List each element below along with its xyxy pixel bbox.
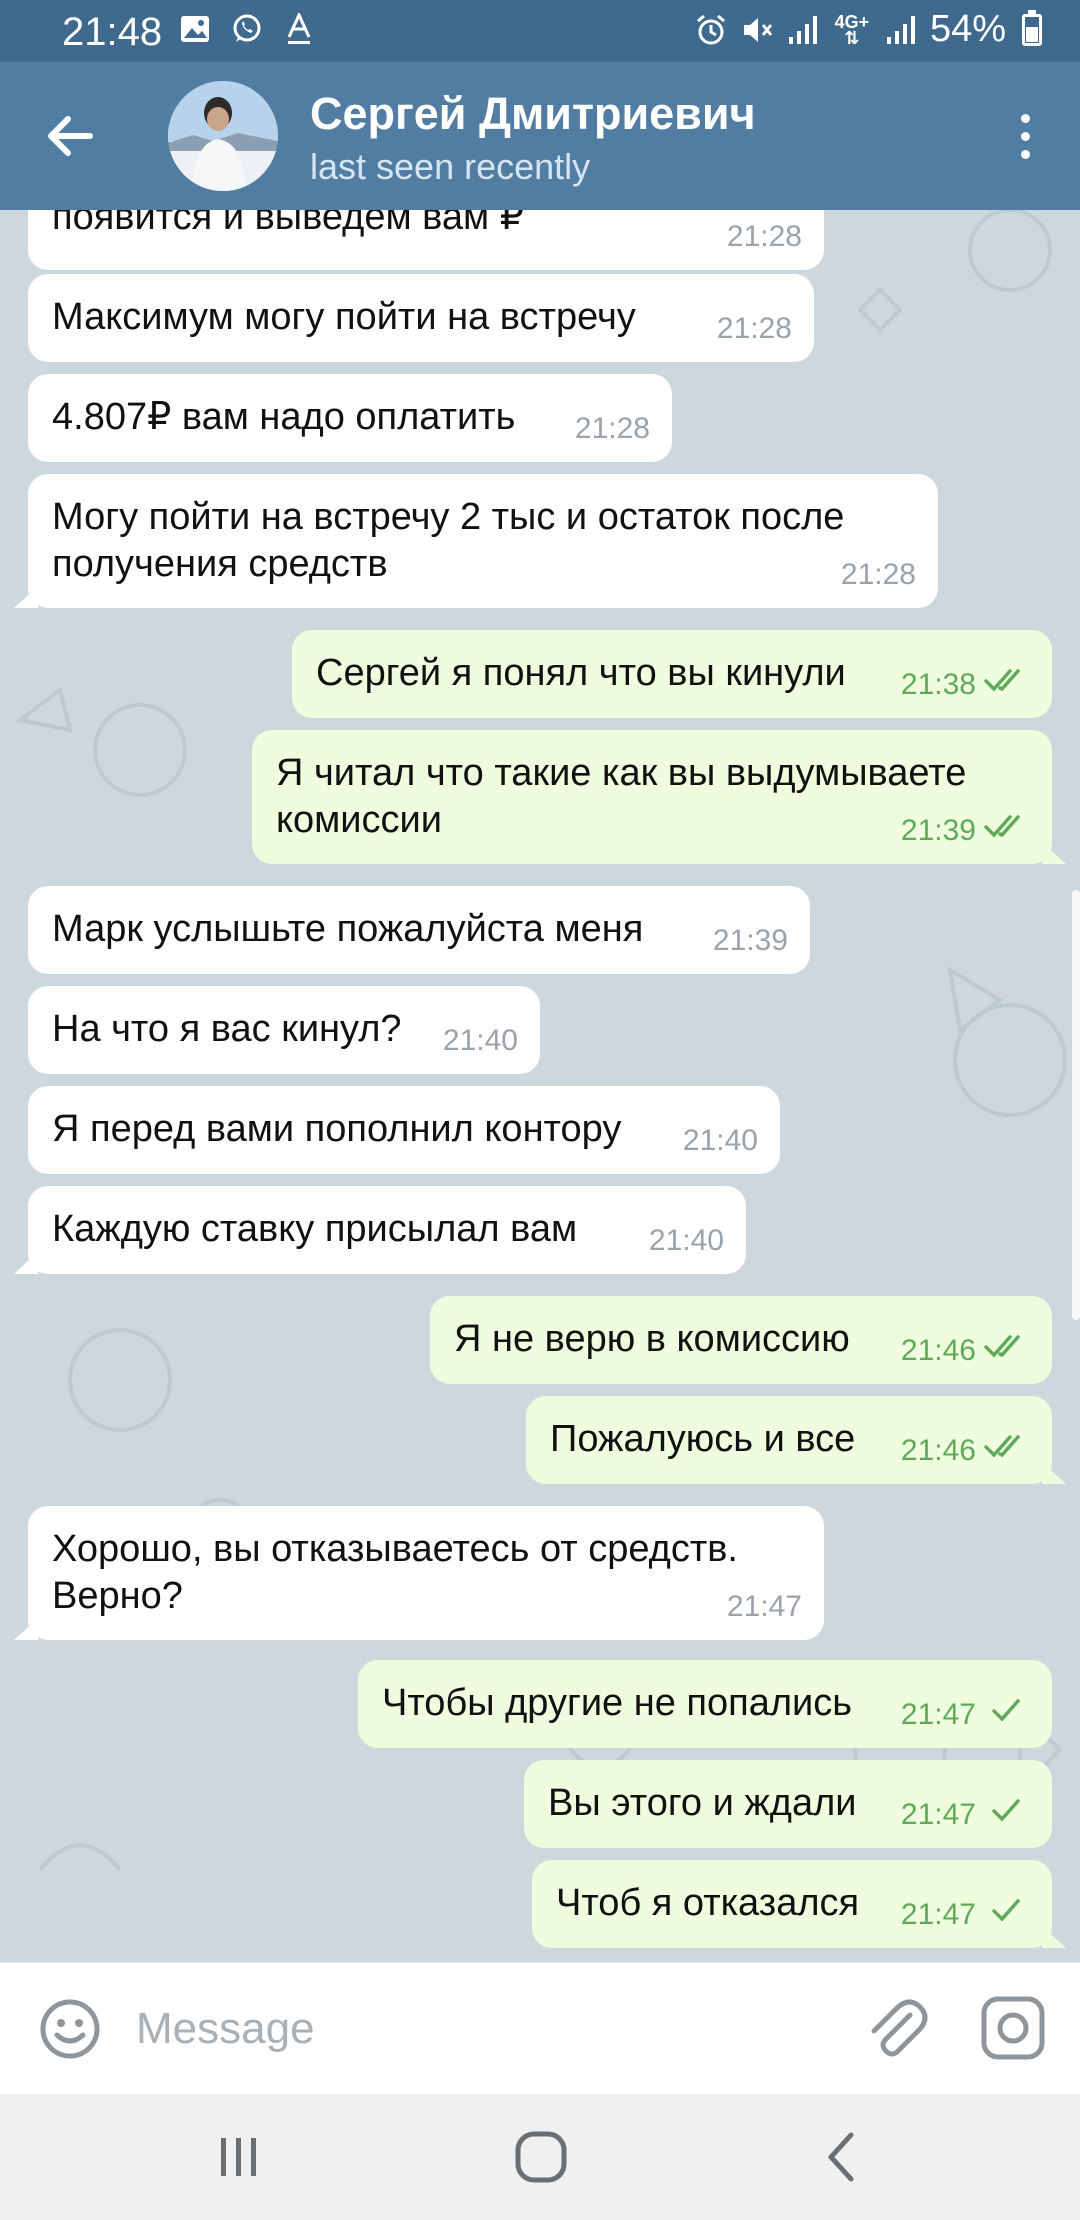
message-meta: 21:47 xyxy=(727,1583,802,1630)
message-text: появится и выведем вам ₽ xyxy=(52,210,524,238)
whatsapp-icon xyxy=(230,12,264,46)
message-meta: 21:38 xyxy=(901,661,1030,708)
message-meta: 21:40 xyxy=(443,1017,518,1064)
battery-icon xyxy=(1022,9,1042,46)
message-time: 21:28 xyxy=(574,412,650,445)
message-text: Марк услышьте пожалуйста меня xyxy=(52,908,644,950)
battery-fill xyxy=(1026,27,1038,42)
status-bar: 21:48 4G+ ⇅ 54% xyxy=(0,0,1080,62)
status-time: 21:48 xyxy=(62,10,163,54)
outgoing-message[interactable]: Чтоб я отказался 21:47 xyxy=(532,1860,1066,1948)
message-time: 21:28 xyxy=(840,558,916,591)
message-time: 21:39 xyxy=(900,814,976,847)
message-text: Каждую ставку присылал вам xyxy=(52,1208,578,1250)
message-text: Могу пойти на встречу 2 тыс и остаток по… xyxy=(52,496,845,585)
gallery-icon xyxy=(178,12,212,46)
incoming-message[interactable]: появится и выведем вам ₽ 21:28 xyxy=(28,210,824,270)
recent-apps-icon[interactable] xyxy=(204,2124,274,2190)
single-check-icon xyxy=(984,1791,1030,1838)
scrollbar[interactable] xyxy=(1072,890,1080,1320)
single-check-icon xyxy=(984,1891,1030,1938)
message-text: Максимум могу пойти на встречу xyxy=(52,296,636,338)
outgoing-message[interactable]: Вы этого и ждали 21:47 xyxy=(524,1760,1052,1848)
attach-icon[interactable] xyxy=(860,1993,930,2063)
message-meta: 21:28 xyxy=(575,405,650,452)
alarm-icon xyxy=(694,13,728,47)
double-check-icon xyxy=(984,661,1030,708)
message-time: 21:46 xyxy=(900,1334,976,1367)
incoming-message[interactable]: На что я вас кинул? 21:40 xyxy=(28,986,540,1074)
outgoing-message[interactable]: Я не верю в комиссию 21:46 xyxy=(430,1296,1052,1384)
notification-icons xyxy=(178,12,316,46)
message-time: 21:40 xyxy=(648,1224,724,1257)
message-time: 21:40 xyxy=(682,1124,758,1157)
message-time: 21:47 xyxy=(726,1590,802,1623)
message-time: 21:47 xyxy=(900,1698,976,1731)
message-time: 21:40 xyxy=(442,1024,518,1057)
incoming-message[interactable]: Каждую ставку присылал вам 21:40 xyxy=(14,1186,746,1274)
single-check-icon xyxy=(984,1691,1030,1738)
back-icon[interactable] xyxy=(806,2124,876,2190)
message-time: 21:28 xyxy=(726,220,802,253)
message-meta: 21:39 xyxy=(713,917,788,964)
incoming-message[interactable]: Могу пойти на встречу 2 тыс и остаток по… xyxy=(14,474,938,608)
back-arrow-icon[interactable] xyxy=(40,106,100,166)
message-meta: 21:47 xyxy=(901,1891,1030,1938)
incoming-message[interactable]: Марк услышьте пожалуйста меня 21:39 xyxy=(28,886,810,974)
outgoing-message[interactable]: Я читал что такие как вы выдумываете ком… xyxy=(252,730,1066,864)
incoming-message[interactable]: Максимум могу пойти на встречу 21:28 xyxy=(28,274,814,362)
chat-area[interactable]: появится и выведем вам ₽21:28 Максимум мо… xyxy=(0,210,1080,1962)
incoming-message[interactable]: Хорошо, вы отказываетесь от средств. Вер… xyxy=(14,1506,824,1640)
message-time: 21:47 xyxy=(900,1798,976,1831)
outgoing-message[interactable]: Чтобы другие не попались 21:47 xyxy=(358,1660,1052,1748)
camera-icon[interactable] xyxy=(978,1993,1048,2063)
data-arrows-icon: ⇅ xyxy=(844,27,860,48)
message-meta: 21:40 xyxy=(683,1117,758,1164)
message-meta: 21:28 xyxy=(841,551,916,598)
message-time: 21:38 xyxy=(900,668,976,701)
message-meta: 21:46 xyxy=(901,1327,1030,1374)
message-input[interactable] xyxy=(136,1993,836,2065)
message-text: Я перед вами пополнил контору xyxy=(52,1108,622,1150)
mute-icon xyxy=(740,13,774,47)
incoming-message[interactable]: 4.807₽ вам надо оплатить 21:28 xyxy=(28,374,672,462)
chat-header: Сергей Дмитриевич last seen recently xyxy=(0,62,1080,210)
emoji-icon[interactable] xyxy=(38,1997,102,2061)
double-check-icon xyxy=(984,1327,1030,1374)
navigation-bar xyxy=(0,2094,1080,2220)
message-meta: 21:47 xyxy=(901,1691,1030,1738)
signal-icon-2 xyxy=(884,13,918,47)
chat-status: last seen recently xyxy=(310,146,591,187)
message-time: 21:39 xyxy=(712,924,788,957)
message-meta: 21:39 xyxy=(901,807,1030,854)
battery-percent: 54% xyxy=(929,8,1006,50)
outgoing-message[interactable]: Сергей я понял что вы кинули 21:38 xyxy=(292,630,1052,718)
message-time: 21:47 xyxy=(900,1898,976,1931)
double-check-icon xyxy=(984,807,1030,854)
message-text: Хорошо, вы отказываетесь от средств. Вер… xyxy=(52,1528,738,1617)
home-icon[interactable] xyxy=(506,2124,576,2190)
message-meta: 21:40 xyxy=(649,1217,724,1264)
outgoing-message[interactable]: Пожалуюсь и все 21:46 xyxy=(526,1396,1066,1484)
signal-icon xyxy=(786,13,820,47)
system-status-icons: 4G+ ⇅ 54% xyxy=(694,8,1042,51)
message-input-bar xyxy=(0,1962,1080,2094)
message-time: 21:46 xyxy=(900,1434,976,1467)
chat-title[interactable]: Сергей Дмитриевич xyxy=(310,88,756,140)
double-check-icon xyxy=(984,1427,1030,1474)
message-meta: 21:28 xyxy=(727,213,802,260)
avatar[interactable] xyxy=(168,81,278,191)
incoming-message[interactable]: Я перед вами пополнил контору 21:40 xyxy=(28,1086,780,1174)
network-type: 4G+ ⇅ xyxy=(832,13,872,47)
more-vertical-icon[interactable] xyxy=(1000,106,1050,166)
font-icon xyxy=(282,12,316,46)
message-meta: 21:28 xyxy=(717,305,792,352)
message-time: 21:28 xyxy=(716,312,792,345)
message-meta: 21:46 xyxy=(901,1427,1030,1474)
message-meta: 21:47 xyxy=(901,1791,1030,1838)
